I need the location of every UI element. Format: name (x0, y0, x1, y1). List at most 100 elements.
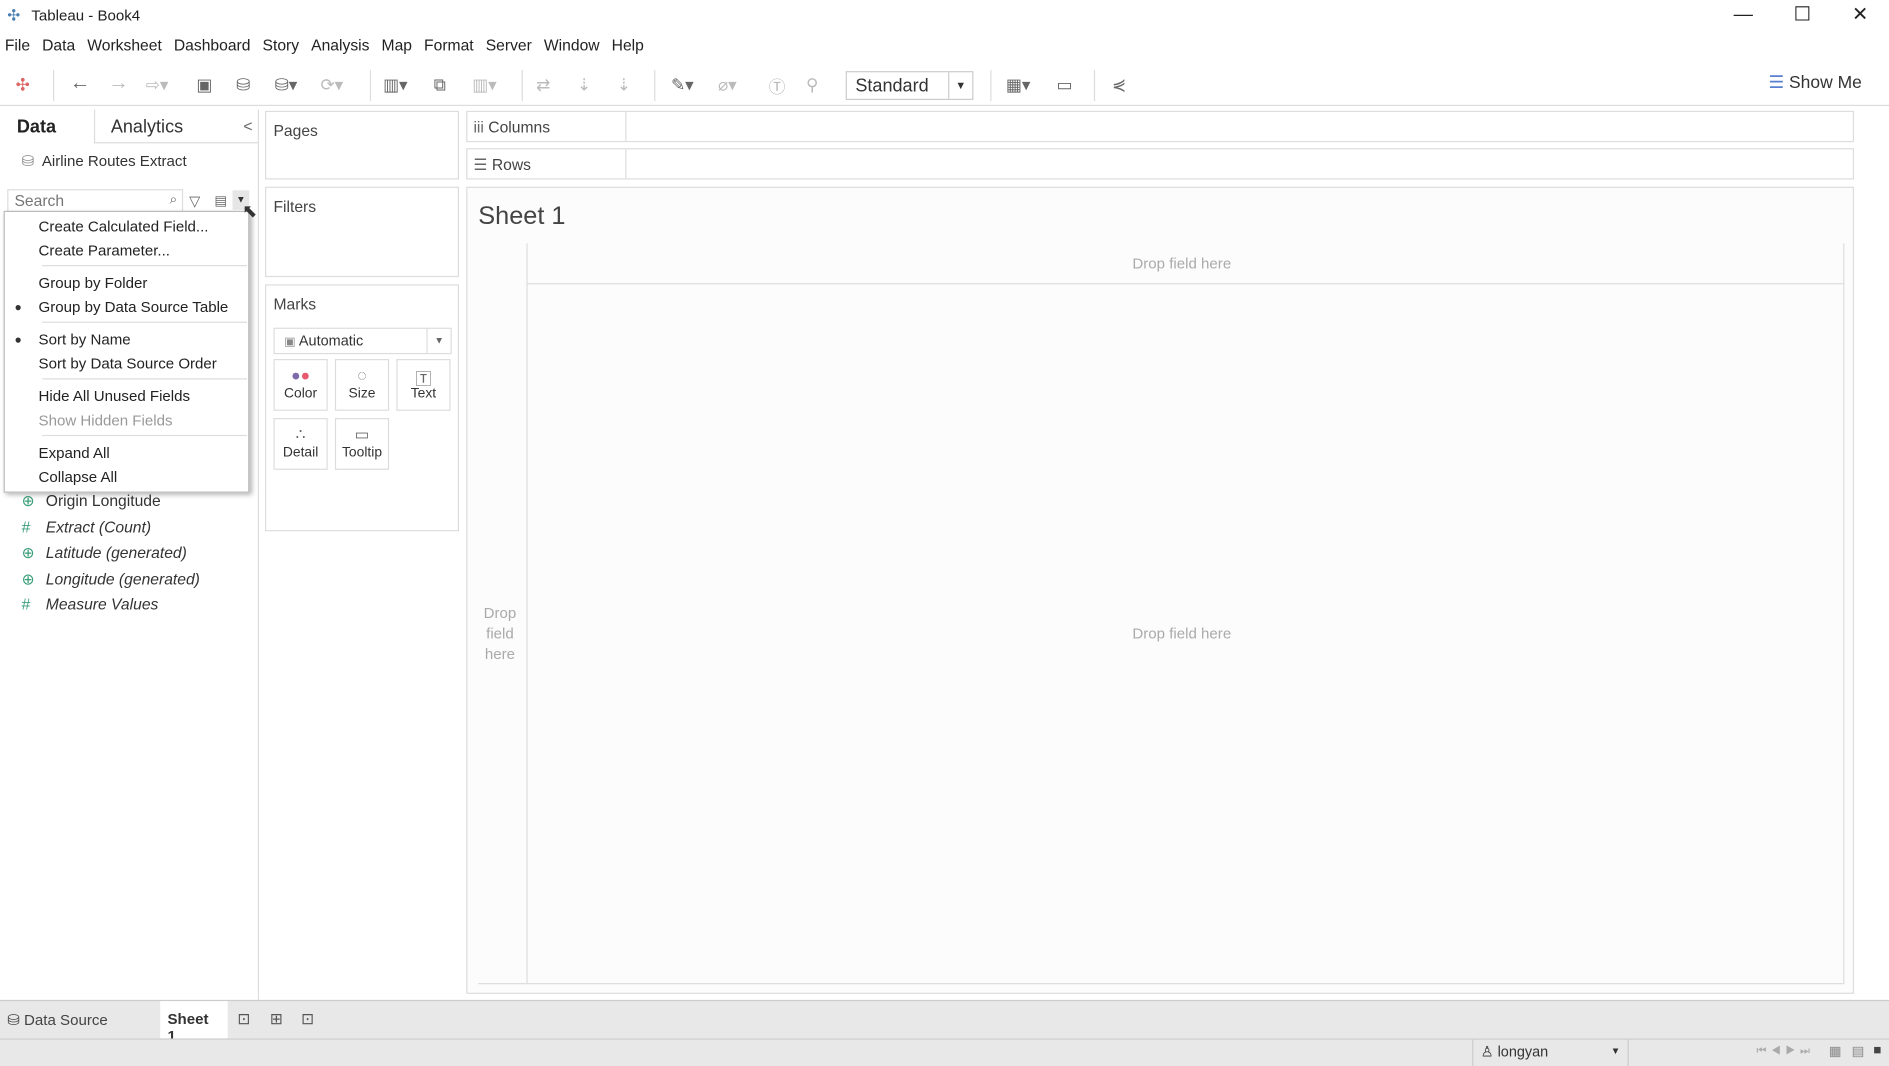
menu-map[interactable]: Map (376, 36, 419, 54)
refresh-icon[interactable]: ⟳▾ (320, 75, 343, 95)
minimize-button[interactable]: — (1715, 2, 1770, 31)
tab-data-source[interactable]: ⛁ Data Source (7, 1011, 108, 1029)
new-data-source-icon[interactable]: ⛁ (236, 75, 250, 95)
show-cards-icon[interactable]: ▦▾ (1006, 75, 1030, 95)
new-worksheet-icon[interactable]: ⊡ (237, 1010, 250, 1029)
new-dashboard-icon[interactable]: ⊞ (270, 1010, 283, 1029)
redo-icon[interactable]: → (108, 71, 128, 95)
columns-shelf[interactable]: iii Columns (466, 110, 1855, 143)
tabs-view-icon[interactable]: ■ (1873, 1043, 1881, 1057)
tooltip-icon: ▭ (354, 425, 370, 444)
close-button[interactable]: ✕ (1832, 2, 1887, 31)
show-labels-icon[interactable]: Ⓣ (769, 75, 786, 99)
menu-item-sort-by-data-source-order[interactable]: Sort by Data Source Order (39, 355, 217, 372)
undo-icon[interactable]: ← (70, 71, 90, 95)
detail-button[interactable]: ∴ Detail (273, 418, 328, 470)
user-dropdown[interactable]: ♙ longyan ▼ (1472, 1039, 1629, 1066)
menu-window[interactable]: Window (538, 36, 606, 54)
tab-analytics[interactable]: Analytics (93, 109, 260, 144)
search-field[interactable]: ⌕ (7, 189, 184, 214)
collapse-pane-icon[interactable]: < (243, 117, 252, 135)
menu-item-create-parameter[interactable]: Create Parameter... (39, 242, 170, 259)
menu-server[interactable]: Server (480, 36, 538, 54)
user-name: longyan (1497, 1043, 1549, 1061)
marks-title: Marks (273, 295, 317, 314)
marks-card: Marks ▣ Automatic ▼ ●● Color ◌ Size 🅃 Text ∴… (265, 284, 459, 532)
tableau-home-icon[interactable]: ✣ (16, 75, 30, 95)
tab-sheet-1[interactable]: Sheet 1 (160, 1001, 228, 1044)
pin-icon[interactable]: ⚲ (806, 75, 818, 95)
filmstrip-view-icon[interactable]: ▤ (1852, 1043, 1865, 1058)
menu-format[interactable]: Format (418, 36, 480, 54)
duplicate-sheet-icon[interactable]: ⧉ (434, 75, 446, 95)
rows-drop-zone[interactable]: Drop field here (479, 604, 520, 665)
text-icon: 🅃 (415, 369, 432, 388)
color-button[interactable]: ●● Color (273, 359, 328, 411)
tooltip-label: Tooltip (341, 445, 383, 461)
menu-worksheet[interactable]: Worksheet (81, 36, 168, 54)
share-icon[interactable]: ⋞ (1112, 75, 1126, 95)
columns-drop-zone[interactable]: Drop field here (1132, 255, 1231, 272)
view-drop-zone[interactable]: Drop field here (1132, 625, 1231, 642)
field-item[interactable]: ⊕ Latitude (generated) (22, 543, 187, 562)
field-item[interactable]: # Measure Values (22, 595, 159, 613)
menu-data[interactable]: Data (36, 36, 81, 54)
menu-help[interactable]: Help (606, 36, 650, 54)
field-item[interactable]: ⊕ Origin Longitude (22, 492, 161, 511)
globe-icon: ⊕ (21, 491, 35, 510)
tab-data[interactable]: Data (0, 110, 94, 144)
menu-item-hide-all-unused-fields[interactable]: Hide All Unused Fields (39, 388, 191, 405)
columns-label: iii Columns (473, 118, 550, 136)
tab-data-source-label: Data Source (24, 1011, 108, 1029)
replay-icon[interactable]: ⇨▾ (146, 75, 169, 95)
sheet-title: Sheet 1 (478, 202, 566, 231)
save-icon[interactable]: ▣ (196, 75, 212, 95)
menu-item-collapse-all[interactable]: Collapse All (39, 469, 118, 486)
sheet-navigation-icons[interactable]: ⏮◀▶⏭ (1756, 1044, 1814, 1057)
highlight-icon[interactable]: ✎▾ (671, 75, 694, 95)
sort-ascending-icon[interactable]: ⇣ (577, 75, 591, 95)
show-me-label: Show Me (1789, 73, 1862, 93)
chevron-down-icon: ▼ (426, 328, 450, 353)
text-button[interactable]: 🅃 Text (396, 359, 451, 411)
menu-item-group-by-folder[interactable]: Group by Folder (39, 275, 148, 292)
new-story-icon[interactable]: ⊡ (301, 1010, 314, 1029)
filter-icon[interactable]: ▽ (189, 193, 200, 210)
maximize-button[interactable]: ☐ (1775, 2, 1830, 31)
menu-item-show-hidden-fields: Show Hidden Fields (38, 412, 173, 429)
swap-icon[interactable]: ⇄ (536, 75, 550, 95)
menu-story[interactable]: Story (257, 36, 306, 54)
menu-item-create-calculated-field[interactable]: Create Calculated Field... (39, 218, 209, 235)
clear-sheet-icon[interactable]: ▥▾ (472, 75, 496, 95)
pause-updates-icon[interactable]: ⛁▾ (275, 75, 298, 95)
menu-dashboard[interactable]: Dashboard (168, 36, 257, 54)
checked-bullet-icon: ● (14, 301, 22, 315)
menu-file[interactable]: File (0, 36, 36, 54)
show-me-button[interactable]: ☰ Show Me (1768, 73, 1861, 92)
field-name: Extract (Count) (45, 518, 152, 537)
menu-item-sort-by-name[interactable]: Sort by Name (39, 331, 131, 348)
group-icon[interactable]: ⌀▾ (718, 75, 737, 95)
color-label: Color (284, 386, 318, 402)
menu-item-expand-all[interactable]: Expand All (39, 445, 110, 462)
size-button[interactable]: ◌ Size (334, 359, 390, 411)
menu-item-group-by-data-source-table[interactable]: Group by Data Source Table (39, 299, 229, 316)
presentation-mode-icon[interactable]: ▭ (1057, 75, 1073, 95)
grid-view-icon[interactable]: ▦ (1829, 1043, 1842, 1058)
field-item[interactable]: ⊕ Longitude (generated) (22, 570, 200, 589)
mark-type-icon: ▣ (284, 336, 296, 350)
rows-label: ☰ Rows (473, 155, 531, 174)
view-list-icon[interactable]: ▤ (214, 193, 227, 208)
field-item[interactable]: # Extract (Count) (22, 518, 151, 536)
show-me-icon: ☰ (1768, 73, 1785, 93)
sort-descending-icon[interactable]: ⇣ (617, 75, 631, 95)
rows-shelf[interactable]: ☰ Rows (466, 148, 1855, 180)
datasource-item[interactable]: ⛁ Airline Routes Extract (22, 152, 187, 170)
mark-type-dropdown[interactable]: ▣ Automatic ▼ (273, 327, 452, 355)
search-input[interactable] (8, 190, 153, 211)
menu-analysis[interactable]: Analysis (305, 36, 375, 54)
view-area: Sheet 1 Drop field here Drop field here … (466, 186, 1855, 994)
fit-dropdown[interactable]: Standard ▼ (845, 71, 974, 100)
tooltip-button[interactable]: ▭ Tooltip (334, 418, 390, 470)
new-worksheet-icon[interactable]: ▥▾ (383, 75, 407, 95)
